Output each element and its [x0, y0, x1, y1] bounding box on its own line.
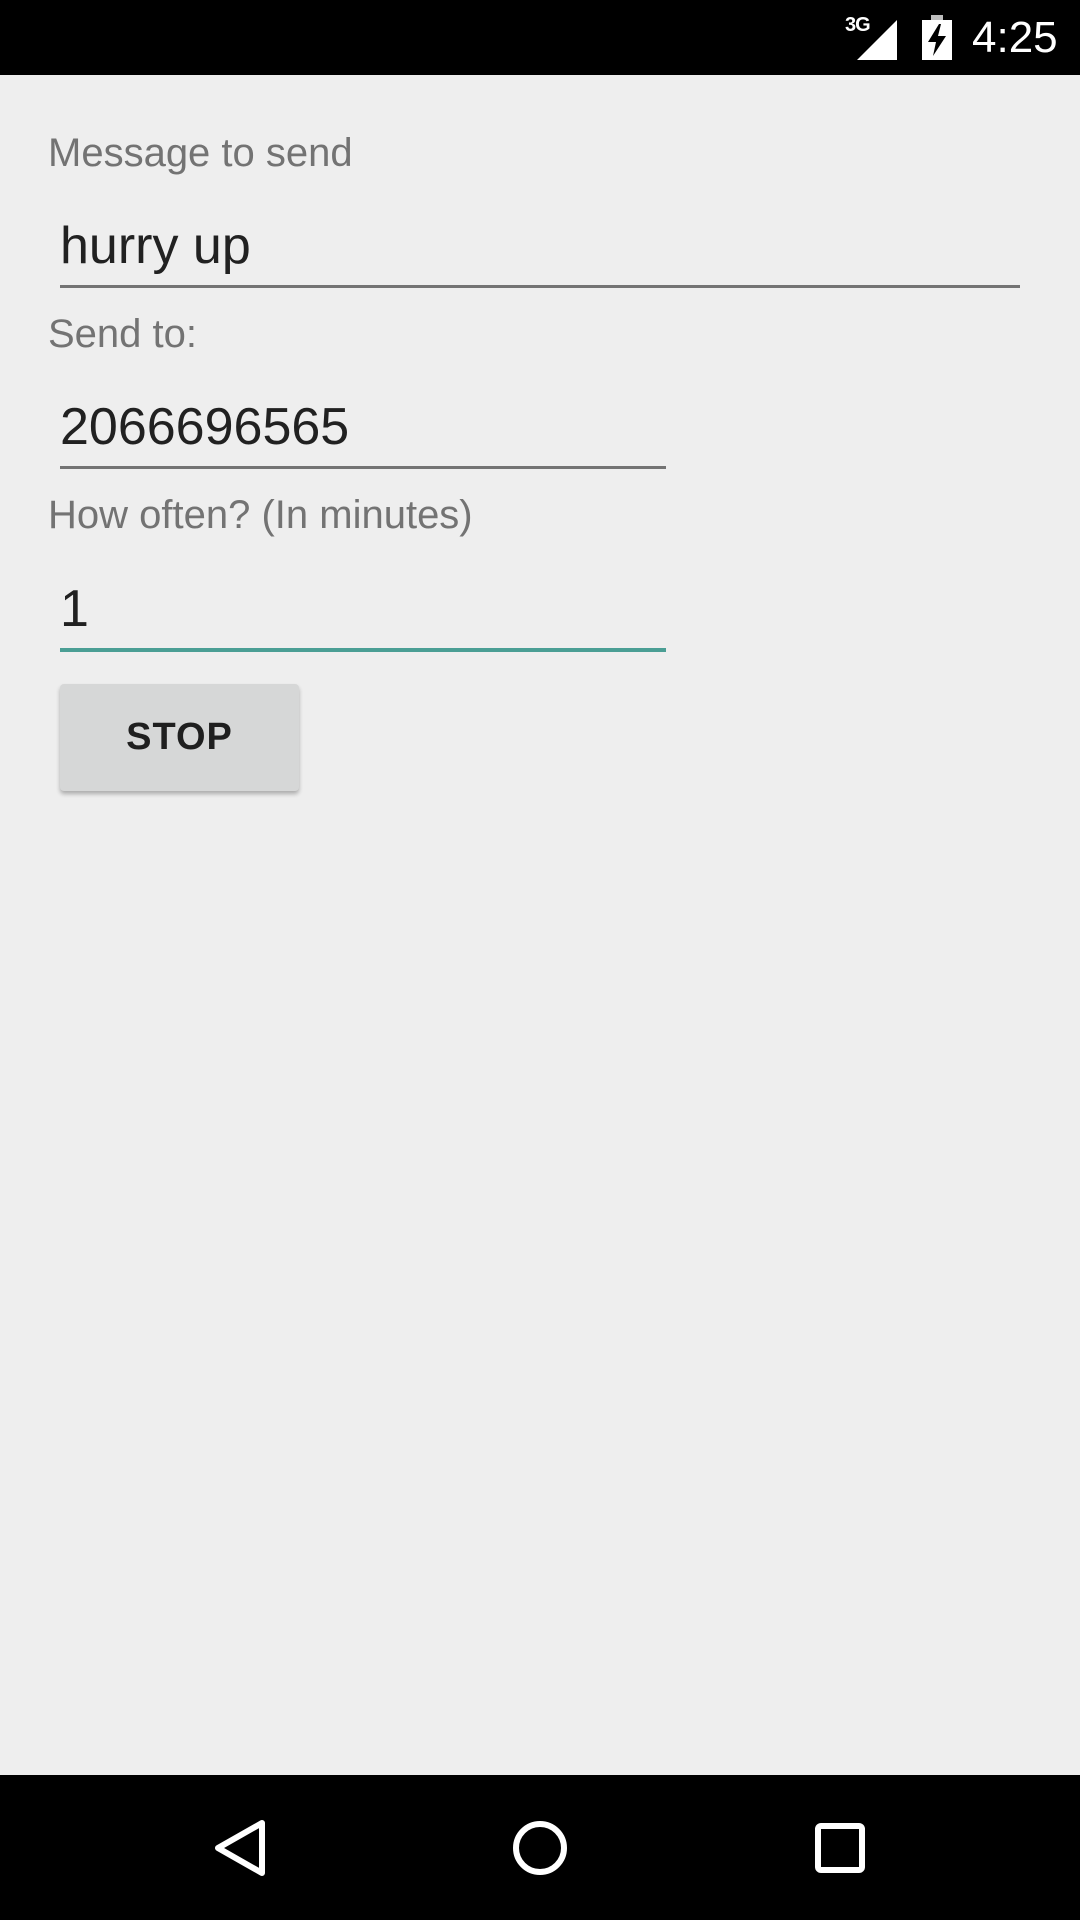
status-time: 4:25 — [972, 13, 1058, 62]
back-button[interactable] — [170, 1775, 310, 1920]
back-icon — [215, 1819, 265, 1876]
navigation-bar — [0, 1775, 1080, 1920]
how-often-label: How often? (In minutes) — [48, 493, 473, 537]
how-often-input[interactable] — [60, 570, 666, 652]
message-label: Message to send — [48, 131, 353, 175]
home-button[interactable] — [470, 1775, 610, 1920]
send-to-input[interactable] — [60, 387, 666, 469]
signal-icon — [857, 20, 897, 60]
home-icon — [513, 1820, 567, 1875]
send-to-label: Send to: — [48, 312, 198, 356]
message-input[interactable] — [60, 206, 1020, 288]
recents-icon — [815, 1822, 865, 1873]
battery-charging-icon — [922, 15, 952, 60]
recents-button[interactable] — [770, 1775, 910, 1920]
stop-button[interactable]: STOP — [60, 684, 299, 791]
status-bar: 3G 4:25 — [0, 0, 1080, 75]
